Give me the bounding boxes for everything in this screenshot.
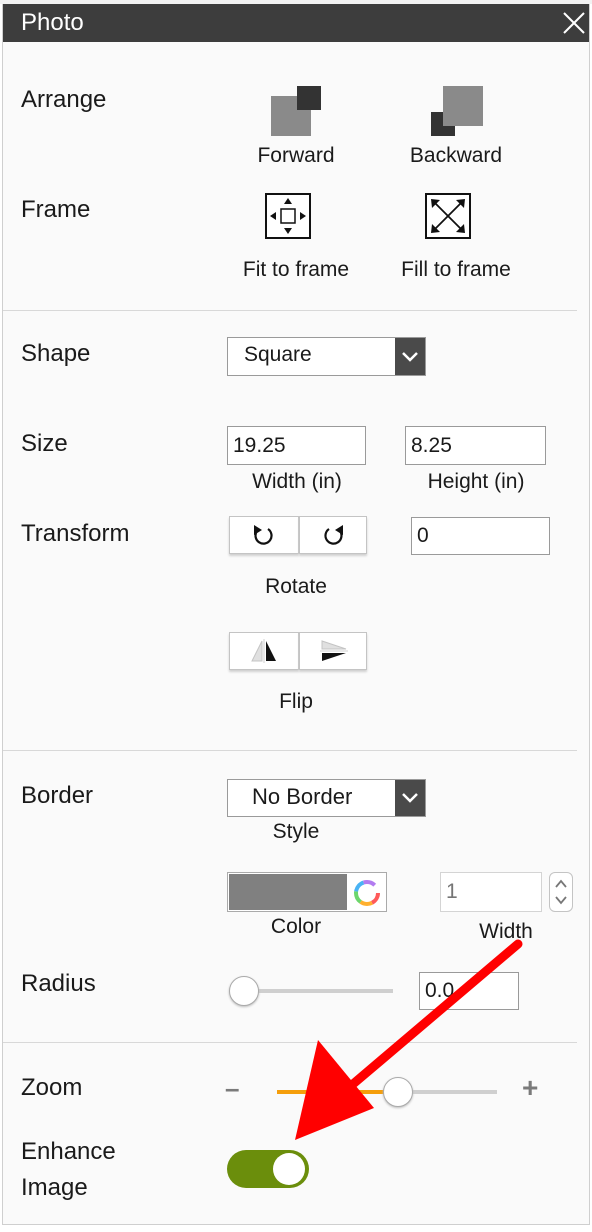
annotation-arrow	[295, 939, 523, 1140]
